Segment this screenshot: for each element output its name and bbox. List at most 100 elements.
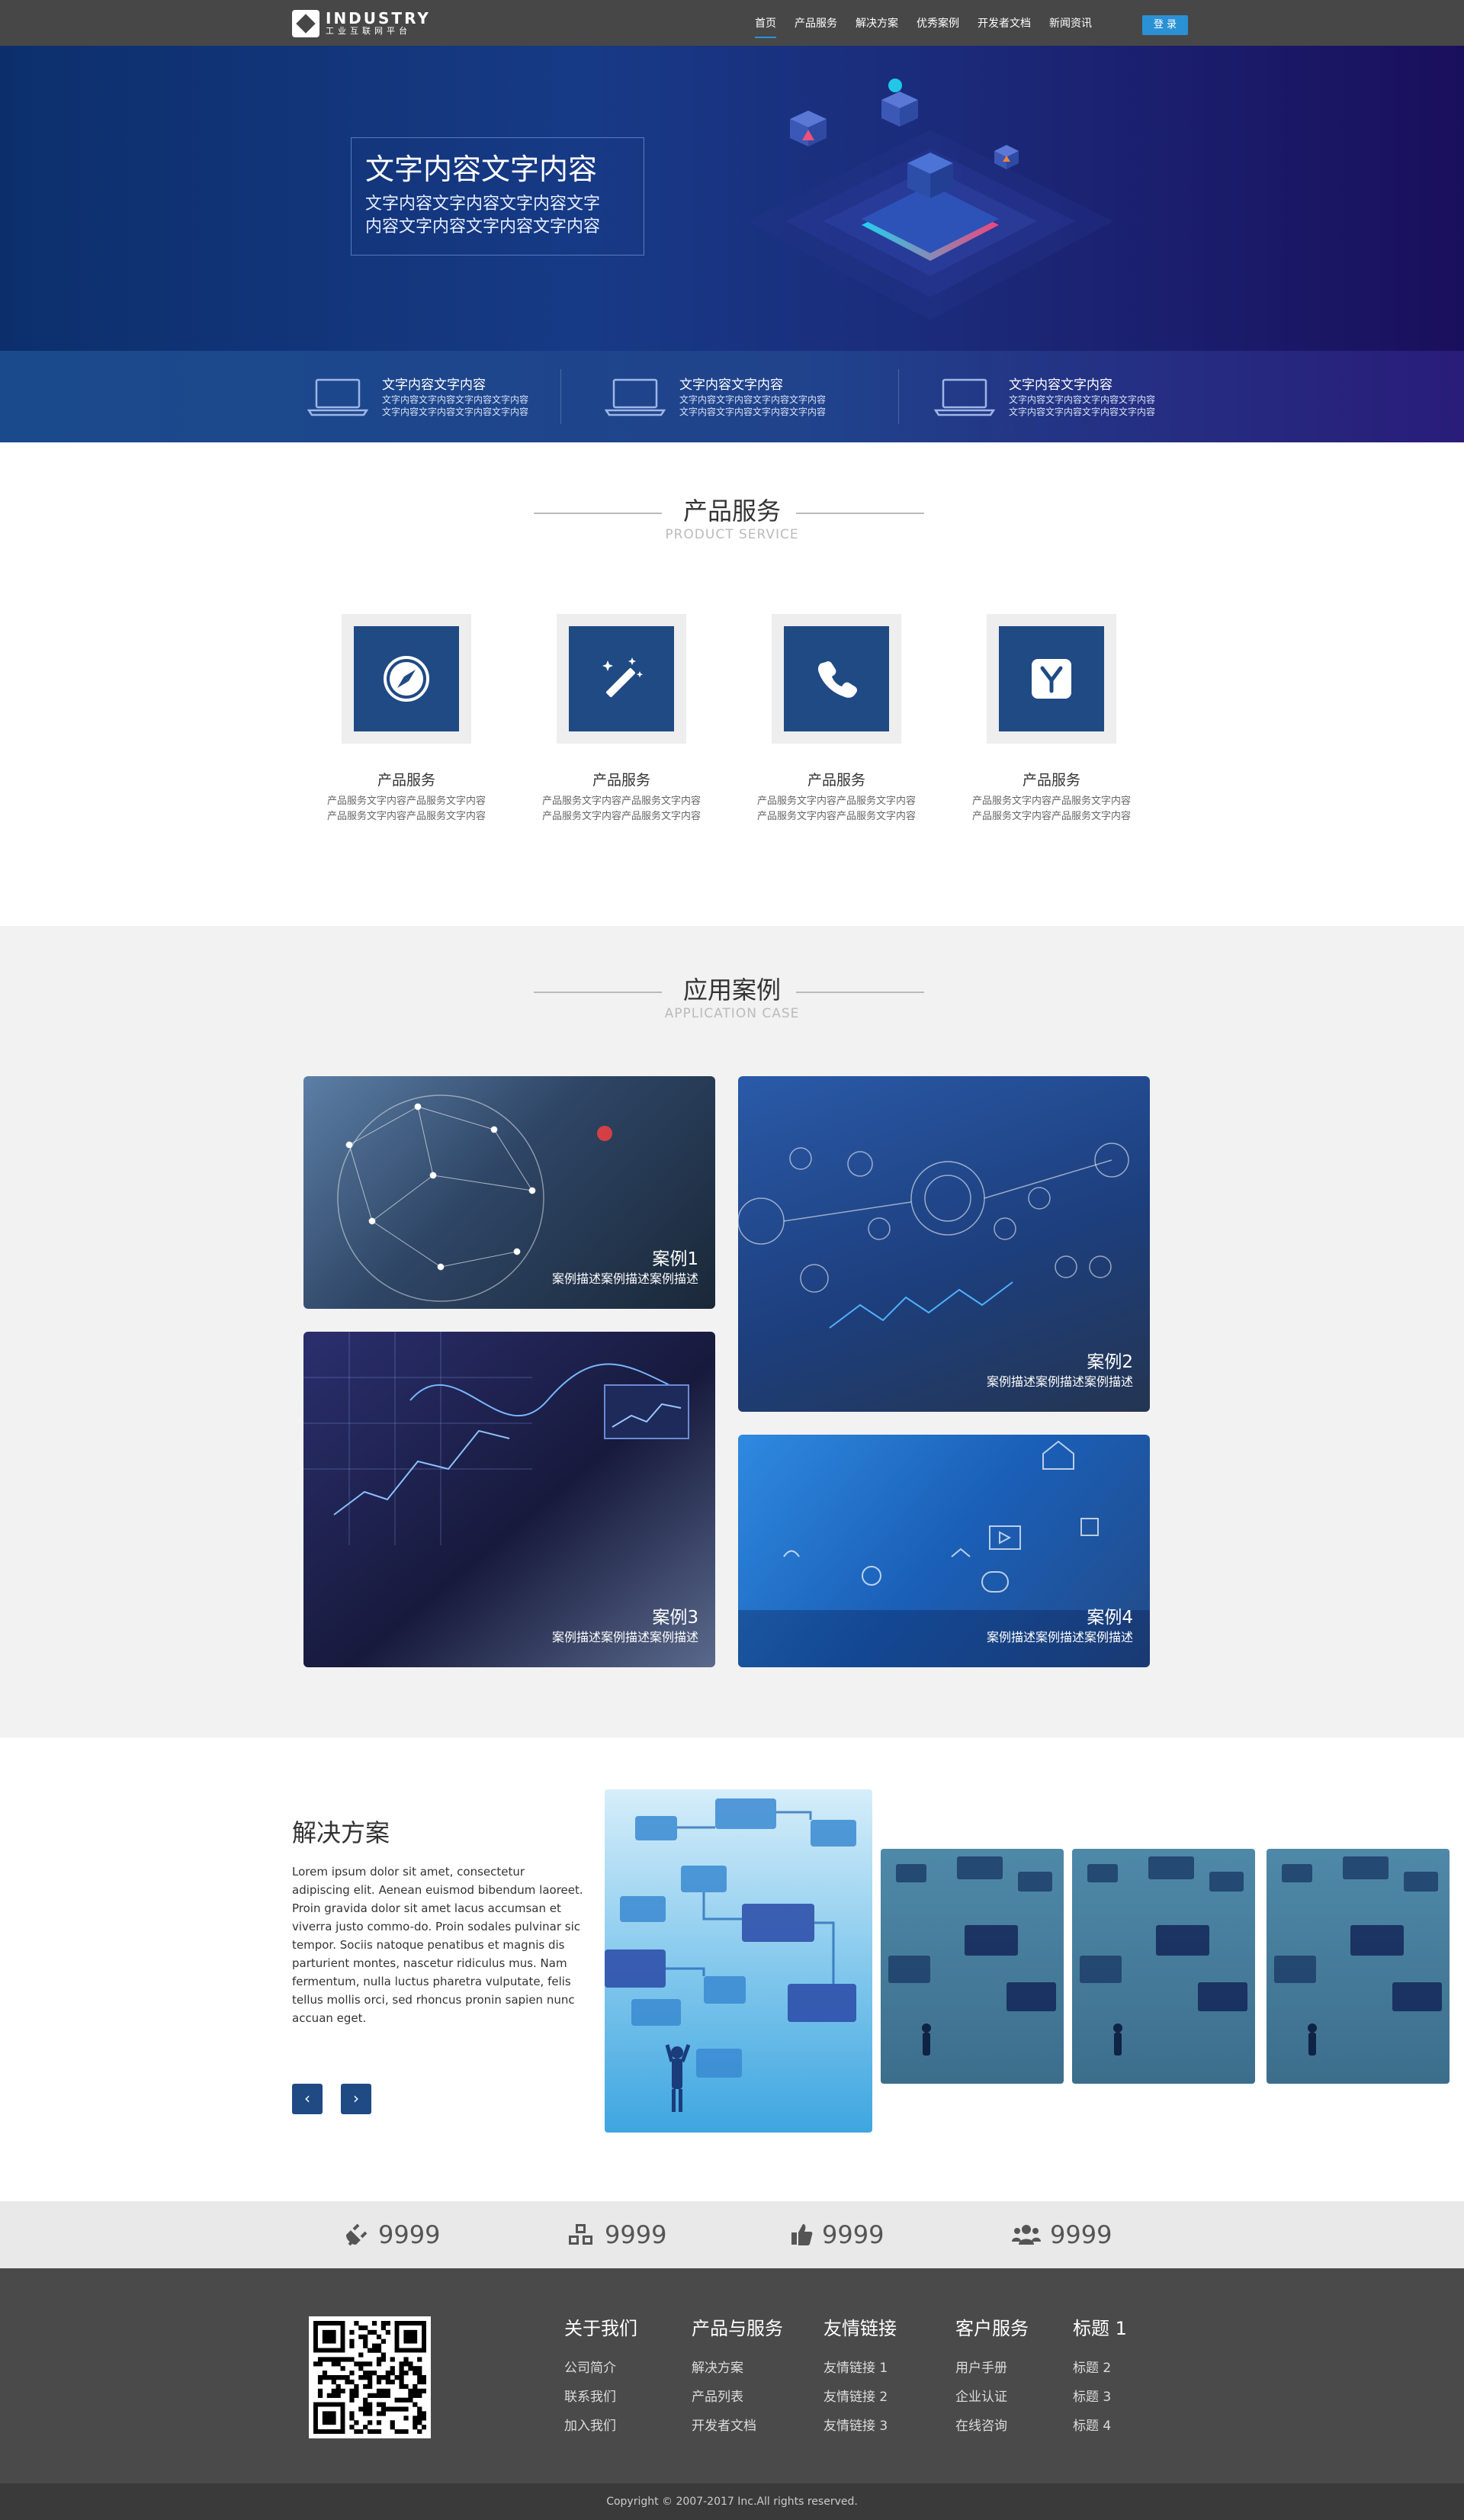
- footer-link[interactable]: 标题 2: [1073, 2354, 1127, 2383]
- footer-link[interactable]: 开发者文档: [692, 2412, 783, 2441]
- footer: 关于我们 公司简介 联系我们 加入我们 产品与服务 解决方案 产品列表 开发者文…: [0, 2268, 1464, 2483]
- feature-desc: 文字内容文字内容文字内容文字内容: [679, 407, 827, 417]
- footer-link[interactable]: 联系我们: [564, 2383, 637, 2412]
- menu-item-cases[interactable]: 优秀案例: [917, 0, 959, 46]
- qr-code-image: [313, 2321, 427, 2435]
- footer-link[interactable]: 友情链接 3: [824, 2412, 897, 2441]
- hero-feature[interactable]: 文字内容文字内容 文字内容文字内容文字内容文字内容 文字内容文字内容文字内容文字…: [605, 377, 826, 418]
- hero-feature[interactable]: 文字内容文字内容 文字内容文字内容文字内容文字内容 文字内容文字内容文字内容文字…: [307, 377, 528, 418]
- solution-slide[interactable]: [881, 1849, 1064, 2084]
- product-desc: 产品服务文字内容产品服务文字内容: [541, 811, 701, 822]
- case-desc: 案例描述案例描述案例描述: [986, 1374, 1133, 1389]
- case-card[interactable]: 案例2 案例描述案例描述案例描述: [738, 1076, 1150, 1412]
- divider: [534, 513, 662, 514]
- stat-value: 9999: [822, 2220, 884, 2249]
- case-title: 案例4: [1087, 1608, 1133, 1628]
- product-card[interactable]: 产品服务 产品服务文字内容产品服务文字内容 产品服务文字内容产品服务文字内容: [300, 614, 513, 824]
- case-card[interactable]: 案例4 案例描述案例描述案例描述: [738, 1435, 1150, 1667]
- footer-column: 客户服务 用户手册 企业认证 在线咨询: [955, 2317, 1029, 2441]
- footer-column: 友情链接 友情链接 1 友情链接 2 友情链接 3: [824, 2317, 897, 2441]
- footer-link[interactable]: 公司简介: [564, 2354, 637, 2383]
- product-desc: 产品服务文字内容产品服务文字内容: [971, 796, 1131, 807]
- footer-link[interactable]: 解决方案: [692, 2354, 783, 2383]
- divider: [534, 992, 662, 993]
- menu-item-products[interactable]: 产品服务: [795, 0, 837, 46]
- next-arrow-button[interactable]: ›: [341, 2084, 371, 2114]
- thumbs-up-icon: [791, 2224, 813, 2245]
- laptop-icon: [934, 378, 995, 416]
- solution-slide[interactable]: [1267, 1849, 1450, 2084]
- plug-icon: [345, 2223, 368, 2246]
- footer-link[interactable]: 友情链接 1: [824, 2354, 897, 2383]
- flowchart-person-image: [888, 1856, 1056, 2056]
- hero-line-1: 文字内容文字内容文字内容文字: [365, 194, 601, 214]
- menu-item-home[interactable]: 首页: [755, 0, 776, 46]
- product-desc: 产品服务文字内容产品服务文字内容: [326, 796, 486, 807]
- stat-value: 9999: [605, 2220, 667, 2249]
- solution-slide[interactable]: [1072, 1849, 1255, 2084]
- section-subtitle: APPLICATION CASE: [664, 1006, 800, 1021]
- feature-desc: 文字内容文字内容文字内容文字内容: [382, 407, 529, 417]
- menu-item-news[interactable]: 新闻资讯: [1049, 0, 1092, 46]
- cases-section: [0, 926, 1464, 1737]
- login-button[interactable]: 登 录: [1142, 15, 1188, 35]
- stat-item: 9999: [567, 2219, 666, 2250]
- footer-link[interactable]: 用户手册: [955, 2354, 1029, 2383]
- product-desc: 产品服务文字内容产品服务文字内容: [971, 811, 1131, 822]
- product-card[interactable]: 产品服务 产品服务文字内容产品服务文字内容 产品服务文字内容产品服务文字内容: [730, 614, 943, 824]
- logo[interactable]: INDUSTRY 工业互联网平台: [292, 10, 431, 37]
- footer-link[interactable]: 企业认证: [955, 2383, 1029, 2412]
- footer-column: 产品与服务 解决方案 产品列表 开发者文档: [692, 2317, 783, 2441]
- y-logo-icon: [1032, 659, 1071, 699]
- footer-column-title: 产品与服务: [692, 2318, 783, 2339]
- solution-slide-active[interactable]: [605, 1789, 872, 2133]
- product-desc: 产品服务文字内容产品服务文字内容: [756, 796, 916, 807]
- footer-link[interactable]: 加入我们: [564, 2412, 637, 2441]
- case-card[interactable]: 案例1 案例描述案例描述案例描述: [303, 1076, 715, 1309]
- footer-link[interactable]: 标题 3: [1073, 2383, 1127, 2412]
- hero-banner: 文字内容文字内容 文字内容文字内容文字内容文字 内容文字内容文字内容文字内容 文…: [0, 46, 1464, 442]
- menu-item-docs[interactable]: 开发者文档: [978, 0, 1031, 46]
- product-name: 产品服务: [807, 772, 865, 789]
- footer-column: 关于我们 公司简介 联系我们 加入我们: [564, 2317, 637, 2441]
- cubes-icon: [569, 2224, 592, 2245]
- divider: [898, 369, 899, 424]
- product-desc: 产品服务文字内容产品服务文字内容: [756, 811, 916, 822]
- section-title: 产品服务: [682, 497, 781, 526]
- product-card[interactable]: 产品服务 产品服务文字内容产品服务文字内容 产品服务文字内容产品服务文字内容: [515, 614, 728, 824]
- case-card[interactable]: 案例3 案例描述案例描述案例描述: [303, 1332, 715, 1667]
- footer-link[interactable]: 友情链接 2: [824, 2383, 897, 2412]
- laptop-icon: [307, 378, 368, 416]
- feature-desc: 文字内容文字内容文字内容文字内容: [679, 394, 827, 405]
- case-desc: 案例描述案例描述案例描述: [551, 1271, 698, 1286]
- magic-wand-icon: [602, 657, 644, 697]
- hero-text-box: 文字内容文字内容 文字内容文字内容文字内容文字 内容文字内容文字内容文字内容: [351, 137, 644, 256]
- hero-feature-band: 文字内容文字内容 文字内容文字内容文字内容文字内容 文字内容文字内容文字内容文字…: [0, 351, 1464, 442]
- product-card[interactable]: 产品服务 产品服务文字内容产品服务文字内容 产品服务文字内容产品服务文字内容: [945, 614, 1158, 824]
- prev-arrow-button[interactable]: ‹: [292, 2084, 323, 2114]
- flowchart-person-image: [1274, 1856, 1442, 2056]
- top-nav: INDUSTRY 工业互联网平台 首页 产品服务 解决方案 优秀案例 开发者文档…: [0, 0, 1464, 46]
- product-desc: 产品服务文字内容产品服务文字内容: [541, 796, 701, 807]
- hero-feature[interactable]: 文字内容文字内容 文字内容文字内容文字内容文字内容 文字内容文字内容文字内容文字…: [934, 377, 1155, 418]
- divider: [796, 992, 924, 993]
- product-name: 产品服务: [1022, 772, 1080, 789]
- logo-icon: [292, 10, 319, 37]
- feature-desc: 文字内容文字内容文字内容文字内容: [1009, 407, 1156, 417]
- section-subtitle: PRODUCT SERVICE: [665, 527, 799, 542]
- stat-value: 9999: [1050, 2220, 1112, 2249]
- flowchart-person-image: [1080, 1856, 1247, 2056]
- logo-text-en: INDUSTRY: [326, 9, 431, 27]
- case-title: 案例3: [652, 1608, 698, 1628]
- footer-link[interactable]: 标题 4: [1073, 2412, 1127, 2441]
- product-desc: 产品服务文字内容产品服务文字内容: [326, 811, 486, 822]
- section-title: 应用案例: [682, 976, 781, 1004]
- menu-item-solutions[interactable]: 解决方案: [856, 0, 898, 46]
- feature-title: 文字内容文字内容: [382, 378, 486, 393]
- footer-link[interactable]: 在线咨询: [955, 2412, 1029, 2441]
- feature-title: 文字内容文字内容: [679, 378, 783, 393]
- stat-value: 9999: [378, 2220, 441, 2249]
- product-name: 产品服务: [592, 772, 650, 789]
- footer-link[interactable]: 产品列表: [692, 2383, 783, 2412]
- case-desc: 案例描述案例描述案例描述: [986, 1630, 1133, 1644]
